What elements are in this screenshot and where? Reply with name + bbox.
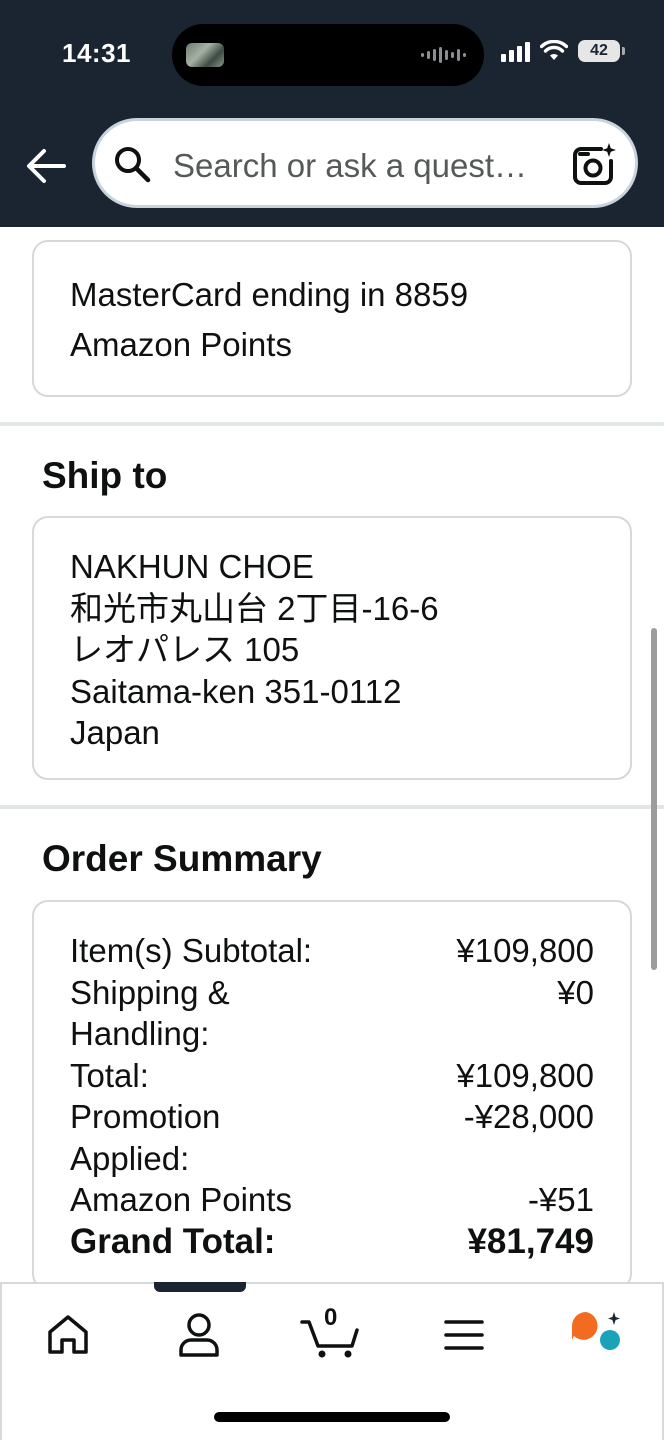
search-input[interactable]: Search or ask a quest… (92, 118, 638, 208)
search-icon (115, 147, 151, 183)
summary-label: Amazon Points (70, 1181, 292, 1218)
order-summary-title: Order Summary (42, 838, 322, 879)
summary-label: Shipping & Handling: (70, 973, 230, 1053)
summary-label: Promotion Applied: (70, 1098, 221, 1177)
menu-icon[interactable] (434, 1310, 494, 1360)
summary-value: -¥28,000 (463, 1098, 594, 1135)
back-arrow-icon[interactable] (22, 142, 70, 190)
order-summary-card: Item(s) Subtotal: ¥109,800 Shipping & Ha… (32, 900, 632, 1290)
address-name: NAKHUN CHOE (70, 548, 314, 585)
scrollbar[interactable] (651, 628, 657, 970)
payment-card-line: MasterCard ending in 8859 (70, 276, 469, 313)
summary-row: Item(s) Subtotal: ¥109,800 (70, 930, 594, 972)
address-line-1: 和光市丸山台 2丁目-16-6 (70, 589, 439, 627)
wifi-icon (540, 40, 568, 60)
home-icon[interactable] (38, 1310, 98, 1360)
rufus-assistant-icon[interactable] (566, 1310, 626, 1360)
section-divider (0, 422, 664, 426)
ship-to-title: Ship to (42, 455, 168, 496)
summary-row: Total: ¥109,800 (70, 1055, 594, 1097)
status-icons: 42 (501, 40, 625, 62)
address-region: Saitama-ken 351-0112 (70, 672, 402, 710)
cart-count-badge: 0 (324, 1304, 338, 1331)
shipping-address-card: NAKHUN CHOE 和光市丸山台 2丁目-16-6 レオパレス 105 Sa… (32, 516, 632, 780)
section-divider (0, 805, 664, 809)
grand-total-row: Grand Total: ¥81,749 (70, 1221, 594, 1263)
cellular-signal-icon (501, 40, 530, 62)
summary-row: Amazon Points -¥51 (70, 1179, 594, 1221)
summary-label: Item(s) Subtotal: (70, 932, 313, 969)
dynamic-island (172, 24, 484, 86)
battery-icon: 42 (578, 40, 625, 62)
grand-total-value: ¥81,749 (467, 1221, 594, 1261)
summary-value: -¥51 (527, 1181, 594, 1218)
status-time: 14:31 (62, 38, 131, 68)
summary-value: ¥109,800 (456, 1056, 594, 1094)
cart-button[interactable]: 0 (300, 1304, 360, 1360)
top-bar: 14:31 42 Search or ask a quest… (0, 0, 664, 227)
payment-method-card: MasterCard ending in 8859 Amazon Points (32, 240, 632, 397)
summary-row: Shipping & Handling: ¥0 (70, 972, 594, 1055)
summary-label: Total: (70, 1056, 149, 1094)
payment-points-line: Amazon Points (70, 326, 292, 363)
summary-value: ¥0 (557, 973, 594, 1011)
summary-value: ¥109,800 (456, 932, 594, 969)
home-indicator[interactable] (214, 1412, 450, 1422)
audio-wave-icon (421, 46, 466, 64)
address-line-2: レオパレス 105 (70, 631, 300, 668)
camera-search-icon[interactable] (571, 141, 617, 187)
grand-total-label: Grand Total: (70, 1221, 276, 1261)
summary-row: Promotion Applied: -¥28,000 (70, 1096, 594, 1179)
active-tab-indicator (154, 1282, 246, 1292)
media-thumbnail (186, 43, 224, 67)
search-placeholder: Search or ask a quest… (173, 147, 528, 184)
address-country: Japan (70, 714, 160, 751)
account-icon[interactable] (169, 1310, 229, 1360)
